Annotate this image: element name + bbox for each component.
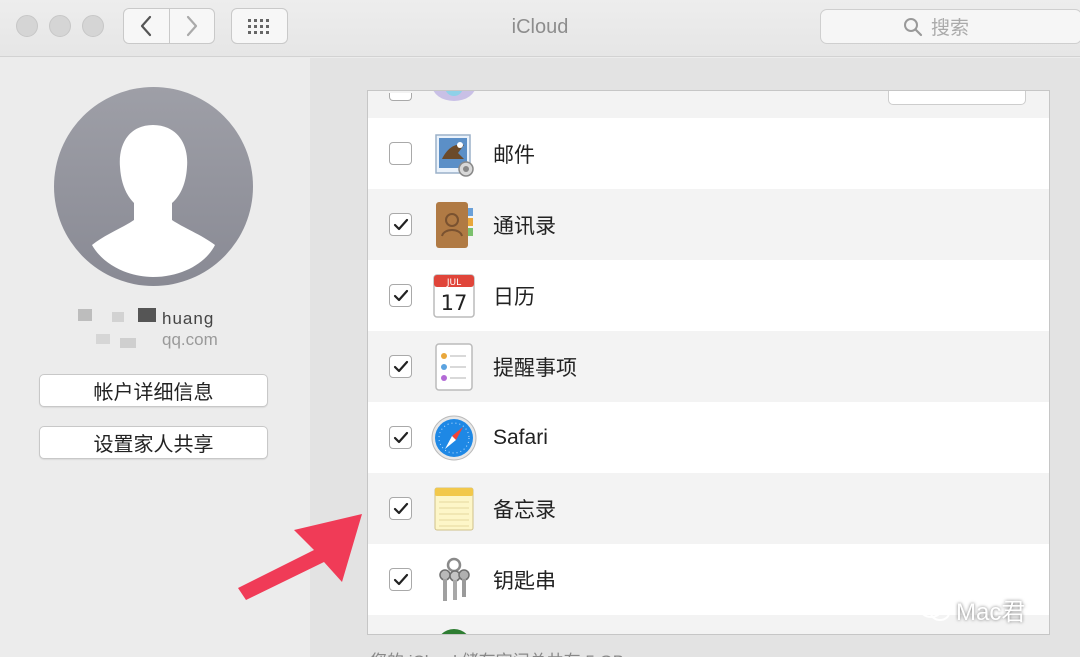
notes-icon: [434, 487, 474, 530]
minimize-window-button[interactable]: [49, 15, 71, 37]
checkmark-icon: [393, 431, 408, 443]
blurred-mosaic: [120, 338, 136, 348]
user-email: qq.com: [162, 330, 218, 349]
search-field[interactable]: 搜索: [820, 9, 1080, 44]
services-list[interactable]: 邮件 通讯录 JUL 17 日历 提醒事项 Safari 备忘录 钥匙串: [367, 90, 1050, 635]
user-name: huang: [162, 309, 215, 328]
blurred-mosaic: [78, 309, 92, 321]
checkmark-icon: [393, 218, 408, 230]
family-sharing-button[interactable]: 设置家人共享: [39, 426, 268, 459]
blurred-mosaic: [96, 334, 110, 344]
navigation-buttons: [123, 8, 215, 44]
blurred-mosaic: [112, 312, 124, 322]
annotation-arrow-icon: [238, 514, 362, 600]
mail-icon: [435, 133, 474, 177]
calendar-icon: JUL 17: [433, 273, 475, 318]
calendar-checkbox[interactable]: [389, 284, 412, 307]
calendar-label: 日历: [493, 285, 535, 309]
list-item-contacts[interactable]: 通讯录: [368, 189, 1049, 260]
checkmark-icon: [393, 289, 408, 301]
safari-icon: [431, 415, 477, 460]
show-all-button[interactable]: [231, 8, 288, 44]
checkmark-icon: [393, 360, 408, 372]
chevron-right-icon: [186, 15, 197, 37]
checkmark-icon: [393, 573, 408, 585]
photos-icon: [433, 91, 475, 101]
calendar-icon-month: JUL: [446, 278, 461, 288]
checkmark-icon: [393, 502, 408, 514]
list-item-notes[interactable]: 备忘录: [368, 473, 1049, 544]
options-button[interactable]: [888, 91, 1026, 105]
watermark-text: Mac君: [956, 599, 1026, 626]
storage-summary: 您的 iCloud 储存空间总共有 5 GB: [370, 647, 624, 657]
list-item-safari[interactable]: Safari: [368, 402, 1049, 473]
chevron-left-icon: [141, 15, 152, 37]
contacts-icon: [436, 201, 473, 248]
reminders-checkbox[interactable]: [389, 355, 412, 378]
reminders-label: 提醒事项: [493, 356, 577, 380]
account-details-button[interactable]: 帐户详细信息: [39, 374, 268, 407]
reminders-icon: [435, 342, 473, 391]
forward-button[interactable]: [168, 9, 215, 43]
contacts-checkbox[interactable]: [389, 213, 412, 236]
keychain-checkbox[interactable]: [389, 568, 412, 591]
service-checkbox[interactable]: [389, 93, 412, 101]
safari-label: Safari: [493, 425, 548, 449]
calendar-icon-day: 17: [441, 291, 468, 315]
window-toolbar: iCloud 搜索: [0, 0, 1080, 57]
contacts-label: 通讯录: [493, 214, 556, 238]
close-window-button[interactable]: [16, 15, 38, 37]
back-button[interactable]: [124, 9, 169, 43]
list-item-partial: [368, 91, 1049, 118]
keychain-label: 钥匙串: [493, 569, 556, 593]
list-item-reminders[interactable]: 提醒事项: [368, 331, 1049, 402]
safari-checkbox[interactable]: [389, 426, 412, 449]
notes-checkbox[interactable]: [389, 497, 412, 520]
list-item-calendar[interactable]: JUL 17 日历: [368, 260, 1049, 331]
user-avatar: [54, 87, 253, 286]
show-all-grid-icon: [247, 19, 269, 34]
services-pane: 邮件 通讯录 JUL 17 日历 提醒事项 Safari 备忘录 钥匙串: [310, 58, 1080, 657]
zoom-window-button[interactable]: [82, 15, 104, 37]
blurred-mosaic: [138, 308, 156, 322]
list-item-mail[interactable]: 邮件: [368, 118, 1049, 189]
keychain-icon: [439, 557, 470, 601]
wechat-icon: [919, 597, 950, 621]
mail-checkbox[interactable]: [389, 142, 412, 165]
watermark: Mac君: [918, 592, 1025, 627]
find-my-mac-icon: [441, 629, 467, 634]
search-icon: [904, 17, 923, 36]
mail-label: 邮件: [493, 143, 535, 167]
notes-label: 备忘录: [493, 498, 556, 522]
person-silhouette-icon: [92, 125, 215, 277]
search-placeholder: 搜索: [931, 18, 970, 39]
